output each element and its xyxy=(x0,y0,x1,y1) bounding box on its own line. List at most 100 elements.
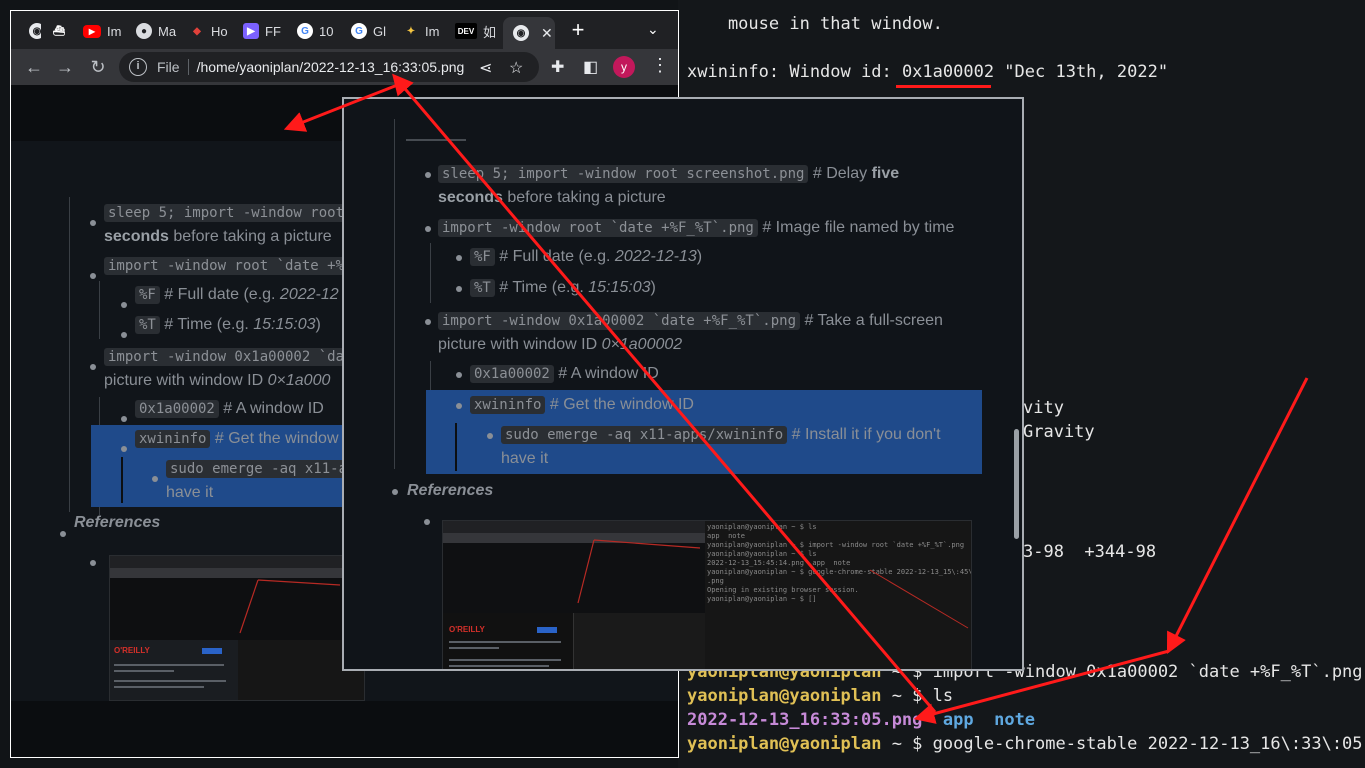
tab-globe[interactable]: ◉ xyxy=(19,17,41,45)
mini-tabstrip xyxy=(443,521,705,533)
side-panel-icon[interactable]: ◧ xyxy=(583,57,598,77)
terminal-line-chrome: yaoniplan@yaoniplan ~ $ google-chrome-st… xyxy=(687,734,1363,754)
list-item-text: have it xyxy=(501,450,549,467)
star-icon[interactable]: ☆ xyxy=(509,58,523,78)
url-text[interactable]: /home/yaoniplan/2022-12-13_16:33:05.png xyxy=(197,59,465,75)
list-item: sleep 5; import -window root xyxy=(104,202,349,224)
browser-toolbar: ← → ↻ i File /home/yaoniplan/2022-12-13_… xyxy=(11,49,678,85)
indent-guide xyxy=(121,457,123,503)
list-bullet xyxy=(152,476,158,482)
list-bullet xyxy=(90,273,96,279)
share-icon[interactable]: ⋖ xyxy=(479,58,492,78)
list-bullet xyxy=(90,220,96,226)
tab-ruby[interactable]: ◆ Ho xyxy=(179,17,239,45)
mini-text-line xyxy=(449,647,499,649)
list-bullet xyxy=(90,560,96,566)
list-item: sudo emerge -aq x11-a xyxy=(166,458,352,480)
ls-dir-app: app xyxy=(942,710,974,730)
avatar[interactable]: y xyxy=(613,56,635,78)
terminal-line-ls: yaoniplan@yaoniplan ~ $ ls xyxy=(687,686,954,706)
list-item-text: picture with window ID 0×1a000 xyxy=(104,372,331,389)
tab-docker[interactable]: ⛴ xyxy=(41,17,67,45)
tab-strip: ◉ ⛴ ▶ Im ● Ma ◆ Ho ▶ FF G 10 G Gl ✦ Im DEV 如 ◉ ✕ … xyxy=(11,11,678,49)
extensions-icon[interactable]: ✚ xyxy=(551,57,564,77)
tab-google-1[interactable]: G 10 xyxy=(287,17,347,45)
magic-wand-icon: ✦ xyxy=(406,25,416,37)
mini-text-line xyxy=(114,686,204,688)
oreilly-logo: O'REILLY xyxy=(114,646,150,655)
list-bullet xyxy=(121,332,127,338)
mini-button xyxy=(202,648,222,654)
tab-magic[interactable]: ✦ Im xyxy=(393,17,453,45)
scheme-label: File xyxy=(157,59,180,75)
page-footer-band xyxy=(11,701,678,757)
info-icon[interactable]: i xyxy=(129,58,147,76)
mini-text-line xyxy=(114,664,224,666)
divider xyxy=(187,59,189,75)
mini-terminal: yaoniplan@yaoniplan ~ $ ls app note yaon… xyxy=(705,521,971,669)
list-item: 0x1a00002 # A window ID xyxy=(135,398,324,420)
list-bullet xyxy=(425,319,431,325)
terminal-fragment: Gravity xyxy=(1023,422,1095,442)
list-item-text: seconds before taking a picture xyxy=(104,228,332,245)
list-item-text: seconds before taking a picture xyxy=(438,189,666,206)
embedded-screenshot[interactable]: O'REILLY xyxy=(109,555,365,701)
list-bullet xyxy=(487,433,493,439)
embedded-screenshot[interactable]: O'REILLY yaoniplan@yaoniplan ~ $ ls app … xyxy=(442,520,972,669)
tab-youtube[interactable]: ▶ Im xyxy=(73,17,133,45)
list-bullet xyxy=(456,403,462,409)
chevron-down-icon[interactable]: ⌄ xyxy=(647,21,659,38)
list-bullet xyxy=(456,255,462,261)
tab-active[interactable]: ◉ ✕ xyxy=(503,17,555,49)
terminal-fragment: 3-98 +344-98 xyxy=(1023,542,1157,562)
clipped-heading xyxy=(406,133,466,141)
list-bullet xyxy=(392,489,398,495)
mini-tabstrip xyxy=(110,556,364,568)
indent-guide xyxy=(394,119,395,469)
list-bullet xyxy=(90,364,96,370)
mini-text-line xyxy=(449,665,549,667)
globe-icon: ◉ xyxy=(513,25,529,41)
list-item: %F # Full date (e.g. 2022-12-13) xyxy=(470,246,702,268)
terminal-line: mouse in that window. xyxy=(687,14,943,34)
mini-terminal-pane xyxy=(573,613,705,669)
github-icon: ● xyxy=(136,23,152,39)
tab-github[interactable]: ● Ma xyxy=(126,17,186,45)
image-viewer[interactable]: sleep 5; import -window root screenshot.… xyxy=(342,97,1024,671)
back-icon[interactable]: ← xyxy=(23,56,45,78)
mini-browser: O'REILLY xyxy=(443,521,705,669)
close-icon[interactable]: ✕ xyxy=(541,25,553,42)
tab-google-2[interactable]: G Gl xyxy=(341,17,401,45)
ffmpeg-icon: ▶ xyxy=(243,23,259,39)
ruby-icon: ◆ xyxy=(193,25,201,37)
address-bar[interactable]: i File /home/yaoniplan/2022-12-13_16:33:… xyxy=(119,52,539,82)
new-tab-button[interactable]: + xyxy=(567,19,589,41)
window-id-underline xyxy=(896,85,991,88)
more-icon[interactable]: ⋮ xyxy=(651,55,669,76)
tab-dev[interactable]: DEV 如 xyxy=(445,17,505,45)
list-item: import -window root `date +%F xyxy=(104,255,357,277)
list-item: %F # Full date (e.g. 2022-12 xyxy=(135,284,339,306)
indent-guide xyxy=(99,281,100,339)
ls-file: 2022-12-13_16:33:05.png xyxy=(687,710,923,730)
tab-ffmpeg[interactable]: ▶ FF xyxy=(233,17,293,45)
list-item: import -window 0x1a00002 `dat xyxy=(104,346,357,368)
reload-icon[interactable]: ↻ xyxy=(87,56,109,78)
list-item-text: have it xyxy=(166,484,214,501)
scrollbar-thumb[interactable] xyxy=(1014,429,1019,539)
list-bullet xyxy=(424,519,430,525)
window-id-text: 0x1a00002 xyxy=(901,62,995,82)
google-icon: G xyxy=(297,23,313,39)
forward-icon[interactable]: → xyxy=(54,56,76,78)
list-item: xwininfo # Get the window ID xyxy=(470,394,694,416)
list-item: sleep 5; import -window root screenshot.… xyxy=(438,163,899,185)
mini-toolbar xyxy=(443,533,705,543)
list-item: %T # Time (e.g. 15:15:03) xyxy=(470,277,656,299)
mini-toolbar xyxy=(110,568,364,578)
globe-icon: ◉ xyxy=(29,23,41,39)
terminal-line-ls-output: 2022-12-13_16:33:05.png app note xyxy=(687,709,1035,731)
list-bullet xyxy=(456,372,462,378)
mini-viewport xyxy=(110,578,364,640)
mini-text-line xyxy=(449,659,561,661)
terminal-fragment: vity xyxy=(1023,398,1064,418)
